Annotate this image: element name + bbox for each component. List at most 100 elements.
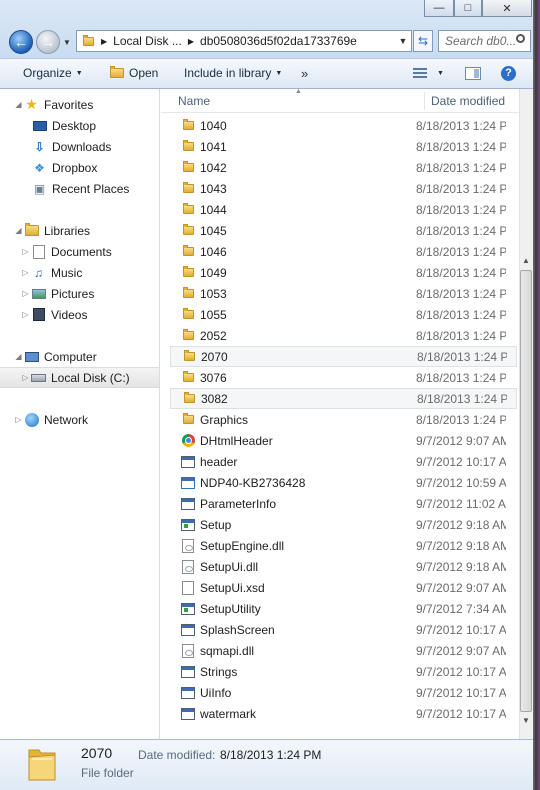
nav-network[interactable]: ▷ Network (0, 409, 159, 430)
expand-arrow-icon[interactable]: ▷ (21, 268, 30, 277)
table-row[interactable]: 1049 8/18/2013 1:24 P (170, 262, 517, 283)
arrow-left-icon: ← (14, 34, 28, 50)
open-button[interactable]: Open (109, 58, 158, 88)
table-row[interactable]: 1055 8/18/2013 1:24 P (170, 304, 517, 325)
table-row[interactable]: SetupUi.xsd 9/7/2012 9:07 AM (170, 577, 517, 598)
breadcrumb-local-disk[interactable]: Local Disk ... (113, 34, 182, 48)
address-bar[interactable]: ▶ Local Disk ... ▶ db0508036d5f02da17337… (76, 30, 412, 52)
dll-icon (180, 538, 196, 554)
table-row[interactable]: 1046 8/18/2013 1:24 P (170, 241, 517, 262)
column-divider[interactable] (424, 92, 425, 110)
expand-arrow-icon[interactable]: ▷ (14, 415, 23, 424)
collapse-arrow-icon[interactable]: ◢ (14, 352, 23, 361)
table-row[interactable]: 2052 8/18/2013 1:24 P (170, 325, 517, 346)
expand-arrow-icon[interactable]: ▷ (21, 247, 30, 256)
nav-item-recent-places[interactable]: ▣ Recent Places (0, 178, 159, 199)
table-row[interactable]: watermark 9/7/2012 10:17 A (170, 703, 517, 724)
table-row[interactable]: SetupUtility 9/7/2012 7:34 AM (170, 598, 517, 619)
breadcrumb-separator-icon[interactable]: ▶ (101, 37, 107, 46)
table-row[interactable]: 1041 8/18/2013 1:24 P (170, 136, 517, 157)
expand-arrow-icon[interactable]: ▷ (21, 373, 30, 382)
folder-icon (180, 286, 196, 302)
close-button[interactable]: ✕ (482, 0, 532, 17)
table-row[interactable]: SetupEngine.dll 9/7/2012 9:18 AM (170, 535, 517, 556)
nav-item-desktop[interactable]: Desktop (0, 115, 159, 136)
folder-icon (180, 370, 196, 386)
address-history-dropdown[interactable]: ▼ (396, 31, 410, 51)
nav-item-music[interactable]: ▷ ♫ Music (0, 262, 159, 283)
view-options-dropdown[interactable]: ▼ (437, 58, 444, 88)
table-row[interactable]: Graphics 8/18/2013 1:24 P (170, 409, 517, 430)
help-button[interactable]: ? (501, 58, 516, 88)
more-commands-button[interactable]: » (301, 58, 308, 88)
nav-item-label: Recent Places (52, 181, 130, 196)
table-row[interactable]: ParameterInfo 9/7/2012 11:02 A (170, 493, 517, 514)
file-date-modified: 8/18/2013 1:24 P (416, 307, 506, 322)
table-row[interactable]: 1053 8/18/2013 1:24 P (170, 283, 517, 304)
maximize-button[interactable]: □ (454, 0, 482, 17)
table-row[interactable]: 1040 8/18/2013 1:24 P (170, 115, 517, 136)
file-date-modified: 9/7/2012 10:17 A (416, 706, 506, 721)
details-date-label: Date modified: (138, 748, 216, 762)
nav-computer[interactable]: ◢ Computer (0, 346, 159, 367)
recent-pages-dropdown[interactable]: ▼ (62, 36, 72, 48)
folder-icon (180, 118, 196, 134)
back-button[interactable]: ← (9, 30, 33, 54)
include-in-library-button[interactable]: Include in library ▼ (184, 58, 282, 88)
forward-button[interactable]: → (36, 30, 60, 54)
expand-arrow-icon[interactable]: ▷ (21, 310, 30, 319)
file-name: 1044 (200, 202, 227, 217)
table-row[interactable]: 1045 8/18/2013 1:24 P (170, 220, 517, 241)
table-row[interactable]: SplashScreen 9/7/2012 10:17 A (170, 619, 517, 640)
table-row[interactable]: 1043 8/18/2013 1:24 P (170, 178, 517, 199)
refresh-button[interactable]: ⇆ (413, 30, 433, 52)
scroll-down-arrow-icon[interactable]: ▼ (519, 713, 533, 727)
folder-icon (180, 160, 196, 176)
scroll-up-arrow-icon[interactable]: ▲ (519, 253, 533, 267)
file-name: SetupUtility (200, 601, 261, 616)
table-row[interactable]: header 9/7/2012 10:17 A (170, 451, 517, 472)
nav-favorites[interactable]: ◢ ★ Favorites (0, 94, 159, 115)
table-row[interactable]: 3076 8/18/2013 1:24 P (170, 367, 517, 388)
organize-label: Organize (23, 66, 72, 80)
breadcrumb-separator-icon[interactable]: ▶ (188, 37, 194, 46)
table-row[interactable]: 1044 8/18/2013 1:24 P (170, 199, 517, 220)
folder-icon (180, 328, 196, 344)
nav-item-documents[interactable]: ▷ Documents (0, 241, 159, 262)
application-icon (180, 601, 196, 617)
expand-arrow-icon[interactable]: ▷ (21, 289, 30, 298)
table-row[interactable]: NDP40-KB2736428 9/7/2012 10:59 A (170, 472, 517, 493)
folder-icon (180, 223, 196, 239)
nav-item-pictures[interactable]: ▷ Pictures (0, 283, 159, 304)
table-row[interactable]: SetupUi.dll 9/7/2012 9:18 AM (170, 556, 517, 577)
collapse-arrow-icon[interactable]: ◢ (14, 226, 23, 235)
column-header-date[interactable]: Date modified (431, 89, 519, 112)
table-row[interactable]: Strings 9/7/2012 10:17 A (170, 661, 517, 682)
table-row[interactable]: sqmapi.dll 9/7/2012 9:07 AM (170, 640, 517, 661)
nav-item-downloads[interactable]: ⇩ Downloads (0, 136, 159, 157)
nav-item-videos[interactable]: ▷ Videos (0, 304, 159, 325)
nav-item-local-disk[interactable]: ▷ Local Disk (C:) (0, 367, 159, 388)
nav-libraries[interactable]: ◢ Libraries (0, 220, 159, 241)
file-date-modified: 9/7/2012 9:07 AM (416, 580, 506, 595)
table-row[interactable]: Setup 9/7/2012 9:18 AM (170, 514, 517, 535)
table-row[interactable]: 3082 8/18/2013 1:24 P (170, 388, 517, 409)
collapse-arrow-icon[interactable]: ◢ (14, 100, 23, 109)
search-input[interactable]: Search db0... (438, 30, 531, 52)
table-row[interactable]: UiInfo 9/7/2012 10:17 A (170, 682, 517, 703)
table-row[interactable]: 1042 8/18/2013 1:24 P (170, 157, 517, 178)
change-view-button[interactable] (413, 58, 427, 88)
file-name: Setup (200, 517, 232, 532)
table-row[interactable]: 2070 8/18/2013 1:24 P (170, 346, 517, 367)
nav-item-dropbox[interactable]: ❖ Dropbox (0, 157, 159, 178)
scrollbar-thumb[interactable] (520, 270, 532, 712)
table-row[interactable]: DHtmlHeader 9/7/2012 9:07 AM (170, 430, 517, 451)
desktop-icon (31, 118, 48, 133)
file-date-modified: 9/7/2012 7:34 AM (416, 601, 506, 616)
preview-pane-button[interactable] (465, 58, 481, 88)
breadcrumb-current-folder[interactable]: db0508036d5f02da1733769e (200, 34, 357, 48)
organize-button[interactable]: Organize ▼ (23, 58, 83, 88)
minimize-button[interactable]: — (424, 0, 454, 17)
file-date-modified: 9/7/2012 9:18 AM (416, 538, 506, 553)
file-name: 1049 (200, 265, 227, 280)
